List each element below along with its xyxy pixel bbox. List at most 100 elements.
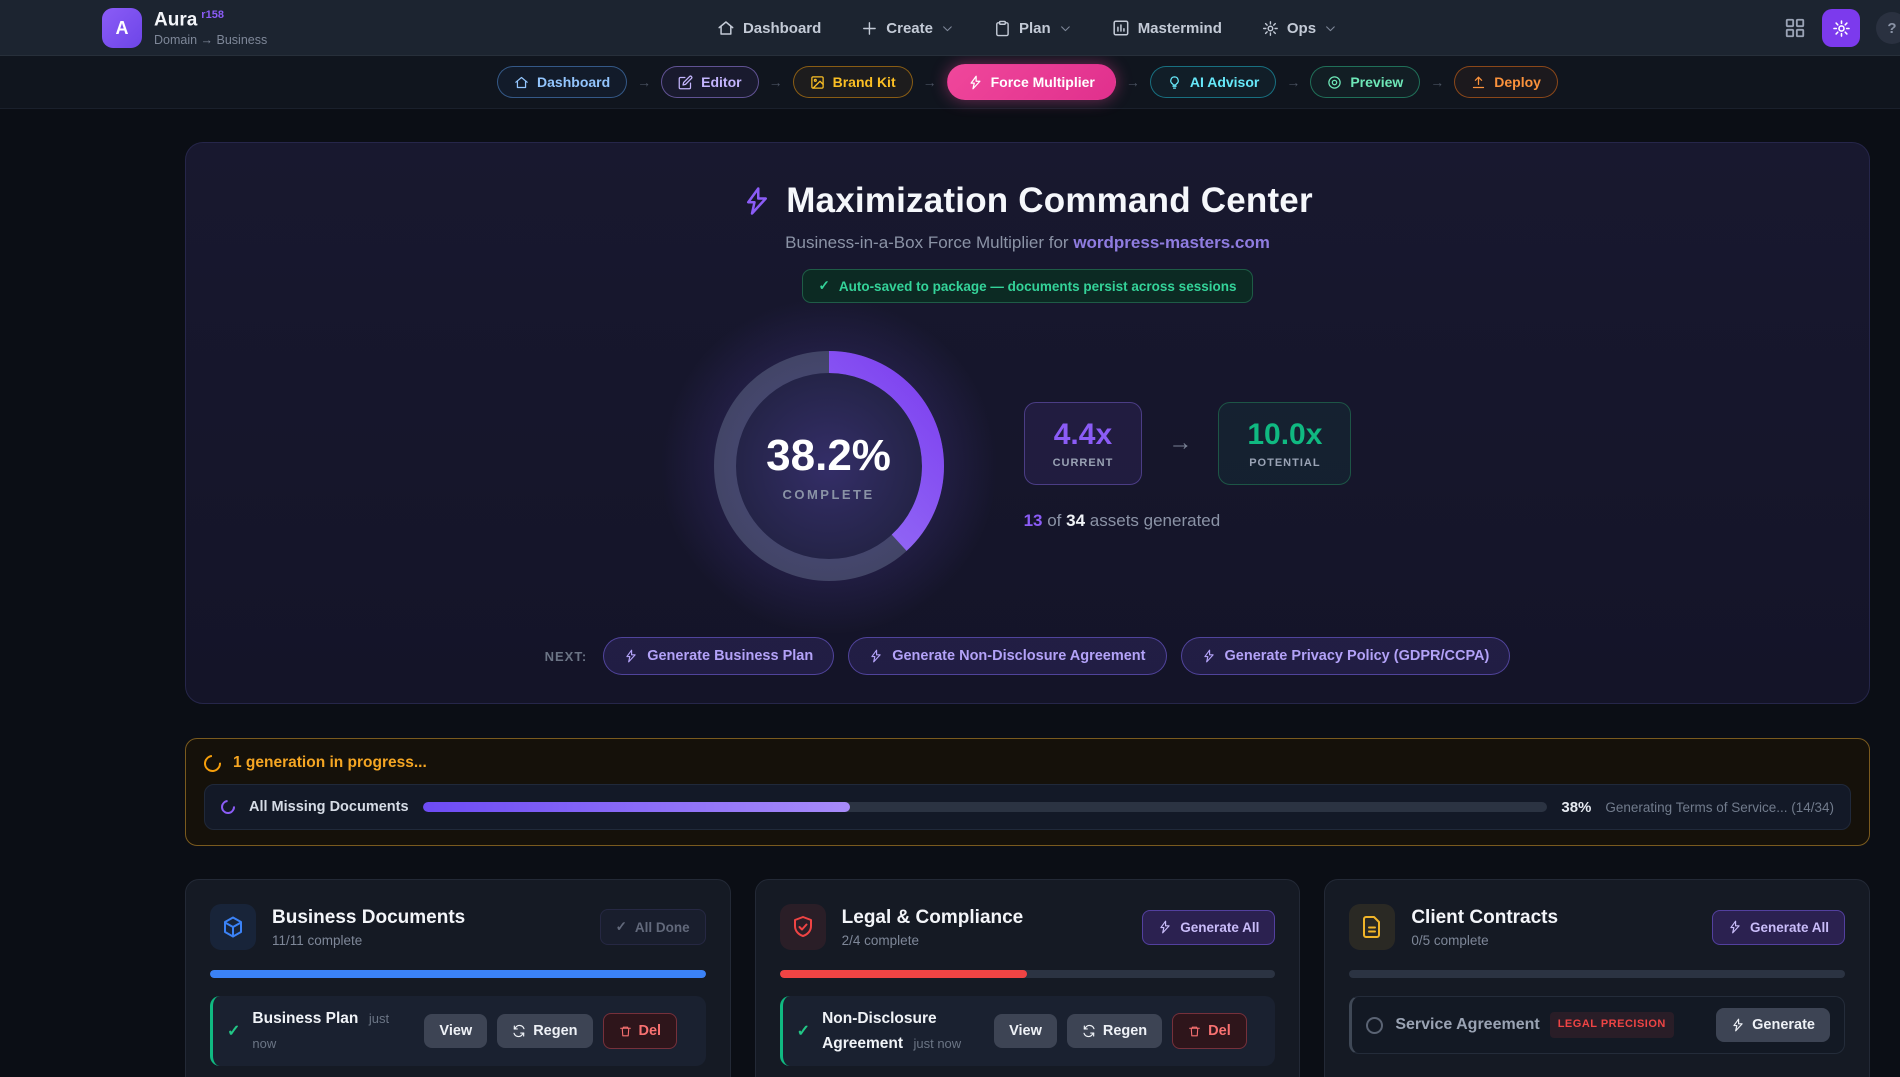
category-count: 2/4 complete [842,933,1127,948]
topnav-ops[interactable]: Ops [1262,20,1337,37]
image-icon [810,75,825,90]
workflow-separator: → [1286,74,1300,90]
topnav-mastermind[interactable]: Mastermind [1112,19,1222,37]
check-icon: ✓ [616,919,627,935]
shield-check-icon [780,904,826,950]
category-title: Client Contracts [1411,907,1696,929]
delete-button[interactable]: Del [603,1013,678,1049]
generate-privacy-policy-button[interactable]: Generate Privacy Policy (GDPR/CCPA) [1181,637,1511,675]
lightning-icon [968,75,983,90]
workflow-separator: → [1430,74,1444,90]
help-button[interactable]: ? [1876,12,1900,44]
chevron-down-icon [941,22,954,35]
category-title: Legal & Compliance [842,907,1127,929]
topnav-create[interactable]: Create [861,20,954,37]
category-card-client-contracts: Client Contracts 0/5 complete Generate A… [1324,879,1870,1077]
category-progress-fill [780,970,1028,978]
lightning-icon [624,649,638,663]
delete-button[interactable]: Del [1172,1013,1247,1049]
upload-icon [1471,75,1486,90]
potential-multiplier-card: 10.0x POTENTIAL [1218,402,1351,485]
legal-precision-badge: LEGAL PRECISION [1550,1012,1674,1037]
check-icon: ✓ [797,1021,810,1041]
edit-icon [678,75,693,90]
workflow-step-preview[interactable]: Preview [1310,66,1420,98]
regen-button[interactable]: Regen [497,1014,592,1048]
chevron-down-icon [1059,22,1072,35]
lightbulb-icon [1167,75,1182,90]
workflow-step-brand-kit[interactable]: Brand Kit [793,66,913,98]
command-center-panel: Maximization Command Center Business-in-… [185,142,1870,704]
workflow-nav: Dashboard → Editor → Brand Kit → Force M… [0,56,1900,109]
category-progress-fill [210,970,706,978]
check-icon: ✓ [227,1021,240,1041]
completion-percentage: 38.2% [766,431,891,481]
workflow-step-dashboard[interactable]: Dashboard [497,66,627,98]
lightning-icon [1202,649,1216,663]
settings-button[interactable] [1822,9,1860,47]
workflow-step-ai-advisor[interactable]: AI Advisor [1150,66,1277,98]
lightning-icon [1728,920,1742,934]
plus-icon [861,20,878,37]
generate-button[interactable]: Generate [1716,1008,1830,1042]
bar-chart-icon [1112,19,1130,37]
topnav-dashboard[interactable]: Dashboard [717,19,821,37]
app-logo[interactable]: A [102,8,142,48]
workflow-separator: → [923,74,937,90]
app-subtitle: Domain → Business [154,33,267,47]
next-label: NEXT: [545,649,588,664]
app-version: r158 [201,9,224,21]
question-icon: ? [1887,20,1896,37]
arrow-right-icon: → [1168,429,1192,457]
topnav-plan[interactable]: Plan [994,20,1072,37]
category-progress-bar [1349,970,1845,978]
generate-all-button[interactable]: Generate All [1712,910,1845,945]
workflow-step-deploy[interactable]: Deploy [1454,66,1558,98]
generate-all-button[interactable]: Generate All [1142,910,1275,945]
trash-icon [619,1025,632,1038]
generate-business-plan-button[interactable]: Generate Business Plan [603,637,834,675]
apps-grid-button[interactable] [1784,17,1806,39]
lightning-icon [1158,920,1172,934]
document-row-service-agreement: Service Agreement LEGAL PRECISION Genera… [1349,996,1845,1054]
generate-nda-button[interactable]: Generate Non-Disclosure Agreement [848,637,1166,675]
grid-icon [1784,17,1806,39]
document-row-nda: ✓ Non-Disclosure Agreement just now View… [780,996,1276,1066]
generation-progress-percent: 38% [1561,799,1591,816]
lightning-icon [1731,1018,1745,1032]
app-logo-letter: A [116,18,129,39]
refresh-icon [1082,1024,1096,1038]
potential-multiplier-value: 10.0x [1247,418,1322,452]
all-done-button[interactable]: ✓ All Done [600,909,706,945]
regen-button[interactable]: Regen [1067,1014,1162,1048]
check-icon: ✓ [819,278,830,294]
category-count: 11/11 complete [272,933,584,948]
category-count: 0/5 complete [1411,933,1696,948]
generation-task-name: All Missing Documents [249,799,409,815]
category-title: Business Documents [272,907,584,929]
view-button[interactable]: View [994,1014,1057,1048]
current-multiplier-value: 4.4x [1053,418,1114,452]
category-progress-bar [780,970,1276,978]
generation-header: 1 generation in progress... [233,754,427,772]
generation-progress-panel: 1 generation in progress... All Missing … [185,738,1870,846]
generation-status-text: Generating Terms of Service... (14/34) [1605,800,1834,815]
pending-circle-icon [1366,1017,1383,1034]
workflow-step-force-multiplier[interactable]: Force Multiplier [947,64,1116,100]
document-category-cards: Business Documents 11/11 complete ✓ All … [185,879,1870,1077]
page-title: Maximization Command Center [786,181,1313,221]
spinner-icon [218,797,238,817]
top-bar: A Aurar158 Domain → Business Dashboard C… [0,0,1900,56]
gear-icon [1832,19,1851,38]
top-actions: ? [1784,0,1900,56]
view-button[interactable]: View [424,1014,487,1048]
category-card-legal-compliance: Legal & Compliance 2/4 complete Generate… [755,879,1301,1077]
workflow-step-editor[interactable]: Editor [661,66,758,98]
lightning-icon [742,186,772,216]
gear-icon [1262,20,1279,37]
target-domain: wordpress-masters.com [1073,233,1270,252]
workflow-separator: → [1126,74,1140,90]
cube-icon [210,904,256,950]
completion-ring: 38.2% COMPLETE [704,341,954,591]
clipboard-icon [994,20,1011,37]
